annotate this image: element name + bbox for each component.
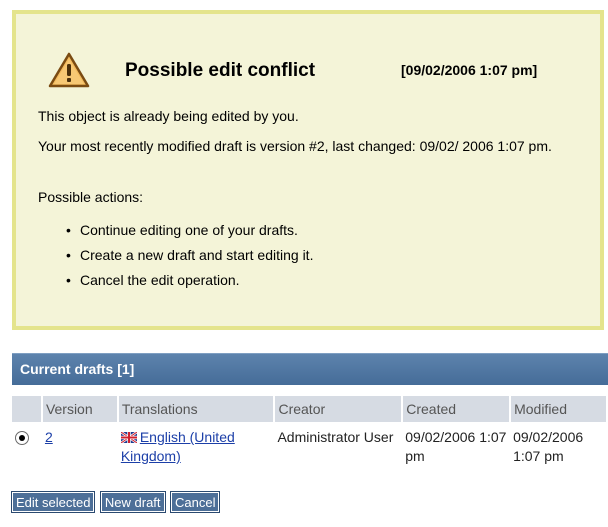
column-header-modified: Modified bbox=[510, 396, 608, 422]
created-cell: 09/02/2006 1:07 pm bbox=[405, 429, 507, 464]
drafts-table: Version Translations Creator Created Mod… bbox=[12, 396, 608, 476]
draft-select-radio[interactable] bbox=[15, 431, 29, 445]
table-header-row: Version Translations Creator Created Mod… bbox=[12, 396, 608, 422]
column-header-creator: Creator bbox=[274, 396, 404, 422]
version-link[interactable]: 2 bbox=[45, 429, 53, 445]
column-header-translations: Translations bbox=[117, 396, 276, 422]
conflict-header: Possible edit conflict [09/02/2006 1:07 … bbox=[48, 50, 608, 94]
conflict-title: Possible edit conflict bbox=[125, 60, 316, 81]
uk-flag-icon bbox=[120, 432, 137, 443]
column-header-version: Version bbox=[41, 396, 119, 422]
table-row: 2 English (United Kingdom) Administrator… bbox=[12, 422, 607, 476]
actions-list: • Continue editing one of your drafts. • C… bbox=[66, 221, 313, 296]
possible-actions-label: Possible actions: bbox=[38, 189, 144, 205]
conflict-timestamp: [09/02/2006 1:07 pm] bbox=[401, 62, 538, 78]
select-column-header bbox=[12, 396, 43, 422]
latest-draft-info: Your most recently modified draft is ver… bbox=[38, 138, 552, 154]
warning-triangle-icon bbox=[48, 52, 90, 88]
button-bar: Edit selected New draft Cancel bbox=[10, 491, 221, 514]
current-drafts-header: Current drafts [1] bbox=[12, 353, 608, 385]
edit-conflict-box: Possible edit conflict [09/02/2006 1:07 … bbox=[12, 10, 604, 330]
modified-cell: 09/02/2006 1:07 pm bbox=[513, 429, 584, 464]
list-item: • Cancel the edit operation. bbox=[66, 272, 240, 288]
creator-cell: Administrator User bbox=[277, 429, 394, 445]
cancel-button[interactable]: Cancel bbox=[169, 491, 221, 513]
list-item: • Continue editing one of your drafts. bbox=[66, 222, 298, 238]
new-draft-button[interactable]: New draft bbox=[99, 491, 166, 513]
edit-selected-button[interactable]: Edit selected bbox=[10, 491, 96, 513]
list-item: • Create a new draft and start editing it… bbox=[66, 247, 314, 263]
translation-link[interactable]: English (United Kingdom) bbox=[121, 429, 235, 464]
column-header-created: Created bbox=[402, 396, 512, 422]
conflict-message: This object is already being edited by y… bbox=[38, 108, 299, 124]
